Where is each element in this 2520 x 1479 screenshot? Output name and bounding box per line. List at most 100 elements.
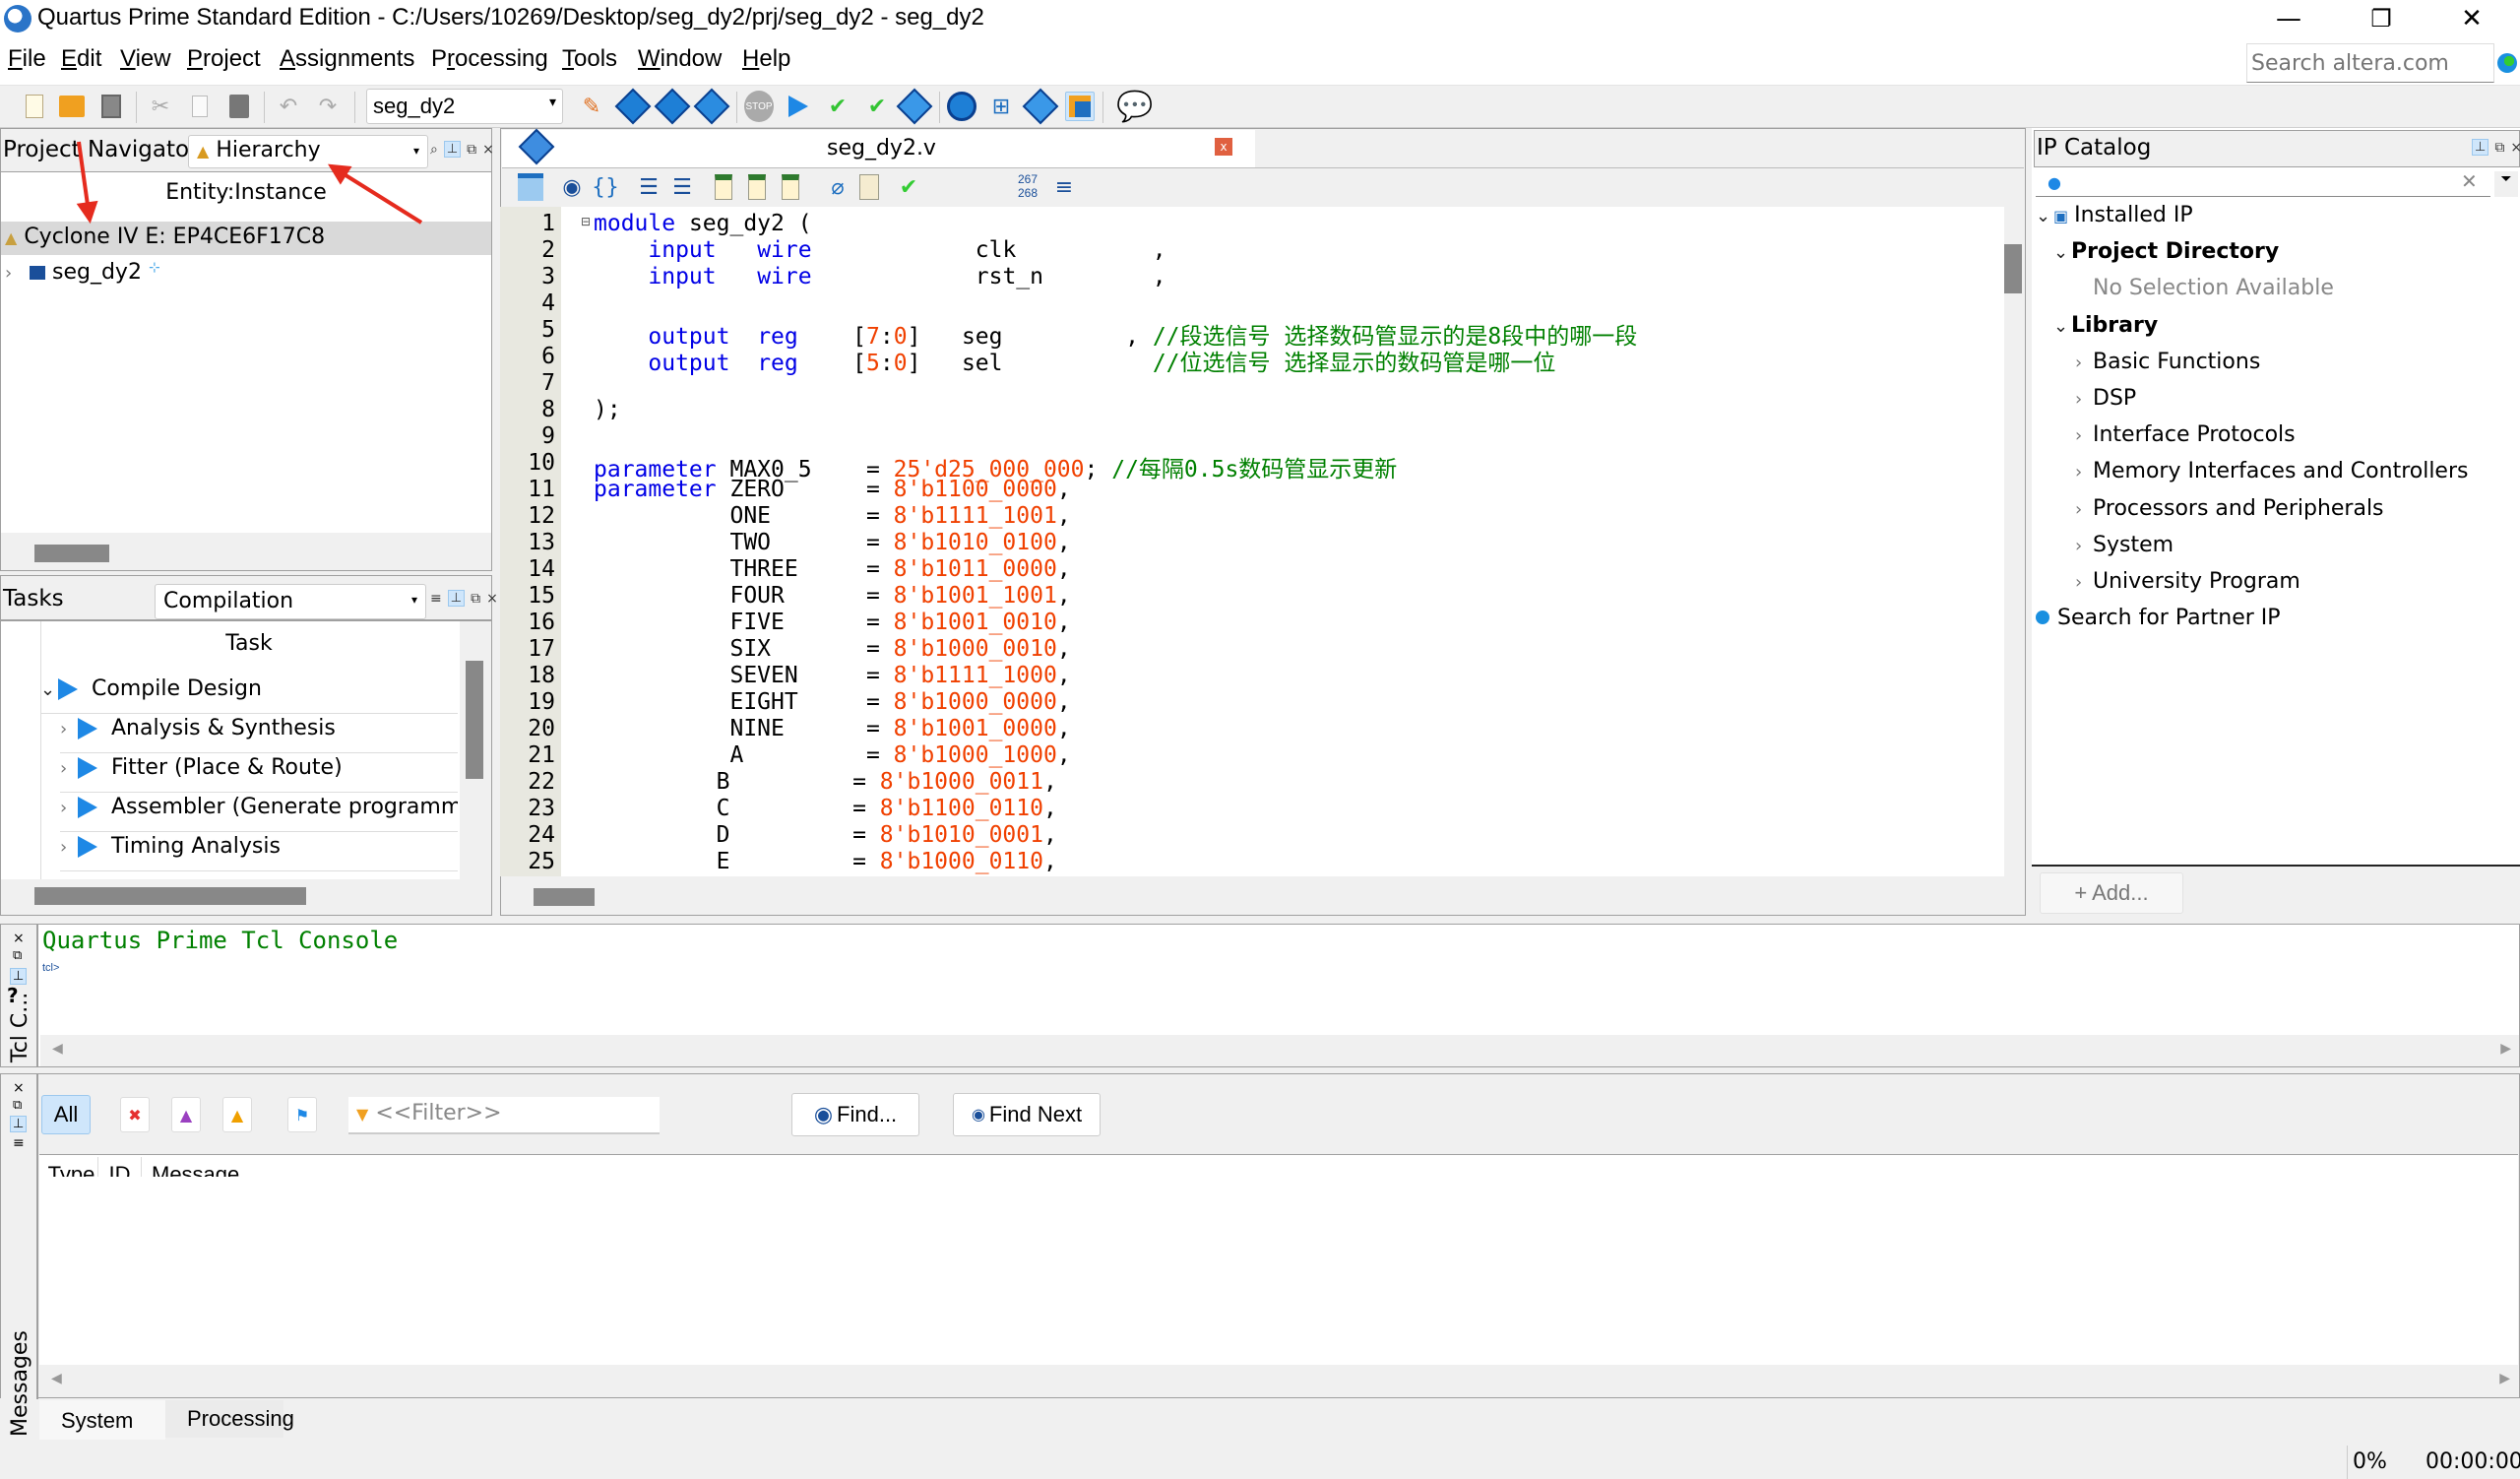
float-icon[interactable]: ⧉ [2494,140,2504,156]
pin-planner-icon[interactable] [654,88,691,125]
redo-icon[interactable]: ↷ [313,92,343,121]
pin-icon[interactable]: ⊥ [447,590,466,607]
tree-item-seg-dy2[interactable]: › seg_dy2 ⊹ [1,257,491,290]
task-timing-analysis[interactable]: › Timing Analysis [60,834,458,871]
open-file-icon[interactable] [57,92,87,121]
design-partition-icon[interactable] [693,88,730,125]
menu-icon[interactable]: ≡ [13,1135,25,1151]
code-line[interactable]: TWO = 8'b1010_0100, [594,530,1070,555]
code-line[interactable]: D = 8'b1010_0001, [594,822,1057,848]
play-icon[interactable] [78,718,97,740]
column-message[interactable]: Message [142,1157,239,1177]
start-analysis-synthesis-icon[interactable]: ✔ [823,92,852,121]
menu-view[interactable]: View [120,45,171,73]
ip-tree-item[interactable]: No Selection Available [2075,276,2334,300]
previous-bookmark-icon[interactable] [742,172,772,202]
code-line[interactable]: ONE = 8'b1111_1001, [594,503,1070,529]
menu-edit[interactable]: Edit [61,45,101,73]
find-icon[interactable]: ◉ [557,172,587,202]
play-icon[interactable] [58,678,78,700]
scroll-right-icon[interactable]: ▶ [2499,1371,2510,1386]
play-icon[interactable] [78,757,97,779]
code-line[interactable]: SIX = 8'b1000_0010, [594,636,1070,662]
column-id[interactable]: ID [98,1157,142,1177]
chevron-down-icon[interactable]: ⌄ [2053,316,2071,337]
analysis-elaboration-icon[interactable] [614,88,652,125]
code-line[interactable]: parameter ZERO = 8'b1100_0000, [594,477,1071,502]
paste-icon[interactable] [224,92,254,121]
code-line[interactable]: NINE = 8'b1001_0000, [594,716,1070,741]
chevron-right-icon[interactable]: › [2075,425,2093,446]
code-line[interactable]: A = 8'b1000_1000, [594,742,1070,768]
menu-tools[interactable]: Tools [562,45,617,73]
filter-all-button[interactable]: All [41,1095,91,1134]
fold-icon[interactable]: ⊟ [581,215,591,228]
search-icon[interactable]: ⌕ [430,142,438,158]
copy-icon[interactable] [185,92,215,121]
help-chat-icon[interactable]: 💬 [1116,90,1153,124]
filter-suppressed-button[interactable]: ⚑ [287,1097,317,1132]
column-type[interactable]: Type [41,1157,98,1177]
code-line[interactable]: E = 8'b1000_0110, [594,849,1057,874]
ip-tree-item[interactable]: › University Program [2075,569,2300,594]
pin-icon[interactable]: ⊥ [2472,139,2489,156]
ip-tree-item[interactable]: ⌄ ▣ Installed IP [2036,203,2193,227]
messages-horizontal-scrollbar[interactable]: ◀ ▶ [39,1365,2518,1396]
scroll-left-icon[interactable]: ◀ [51,1371,62,1386]
code-line[interactable]: SEVEN = 8'b1111_1000, [594,663,1070,688]
filter-dropdown-icon[interactable]: ⏷ [2494,171,2518,197]
scrollbar-thumb[interactable] [2004,244,2022,293]
globe-icon[interactable] [2497,53,2517,73]
message-filter-input[interactable]: ▼ <<Filter>> [348,1097,660,1134]
scrollbar-thumb[interactable] [466,661,483,779]
hierarchy-view-select[interactable]: ▲ Hierarchy ▾ [188,135,428,168]
chevron-right-icon[interactable]: › [5,263,23,284]
editor-horizontal-scrollbar[interactable] [502,876,2024,910]
code-line[interactable]: FIVE = 8'b1001_0010, [594,610,1070,635]
menu-processing[interactable]: Processing [431,45,548,73]
pin-icon[interactable]: ⊥ [443,141,462,158]
attach-icon[interactable]: ⌀ [823,172,852,202]
close-button[interactable]: ✕ [2427,0,2516,37]
task-assembler[interactable]: › Assembler (Generate programm [60,795,458,832]
add-ip-button[interactable]: + Add... [2040,872,2183,914]
code-line[interactable]: B = 8'b1000_0011, [594,769,1057,795]
tcl-prompt[interactable]: tcl> [42,962,59,974]
scroll-icon[interactable] [854,172,884,202]
messages-list[interactable]: Type ID Message [39,1154,2518,1365]
cut-icon[interactable]: ✂ [146,92,175,121]
float-icon[interactable]: ⧉ [13,948,22,963]
close-panel-icon[interactable]: × [486,591,498,607]
ip-search-input[interactable]: ● ✕ [2036,169,2490,197]
start-compilation-icon[interactable] [784,92,813,121]
chevron-down-icon[interactable]: ⌄ [2053,242,2071,263]
code-line[interactable]: input wire rst_n , [594,264,1166,289]
chip-planner-icon[interactable] [1022,88,1059,125]
code-line[interactable]: EIGHT = 8'b1000_0000, [594,689,1070,715]
code-line[interactable]: module seg_dy2 ( [594,211,812,236]
edit-settings-icon[interactable]: ✎ [577,92,606,121]
task-analysis-synthesis[interactable]: › Analysis & Synthesis [60,716,458,753]
code-line[interactable]: output reg [5:0] sel //位选信号 选择显示的数码管是哪一位 [594,344,1555,377]
task-fitter[interactable]: › Fitter (Place & Route) [60,755,458,793]
save-icon[interactable] [96,92,126,121]
task-compile-design[interactable]: ⌄ Compile Design [40,676,458,714]
editor-vertical-scrollbar[interactable] [2004,207,2024,876]
bookmark-icon[interactable] [709,172,738,202]
chevron-down-icon[interactable]: ⌄ [2036,206,2053,226]
chevron-right-icon[interactable]: › [2075,572,2093,593]
chevron-right-icon[interactable]: › [60,758,78,779]
stop-processing-button[interactable]: STOP [744,91,774,122]
float-icon[interactable]: ⧉ [467,142,476,158]
start-fitter-icon[interactable]: ✔ [862,92,892,121]
next-bookmark-icon[interactable] [776,172,805,202]
chevron-down-icon[interactable]: ⌄ [40,679,58,700]
scrollbar-thumb[interactable] [34,545,109,562]
tab-processing[interactable]: Processing [165,1400,294,1438]
float-icon[interactable]: ⧉ [13,1098,22,1113]
unindent-icon[interactable]: ☰ [667,172,697,202]
flow-select[interactable]: Compilation ▾ [155,584,426,619]
float-icon[interactable]: ⧉ [471,591,480,607]
tree-item-device[interactable]: ▲ Cyclone IV E: EP4CE6F17C8 [1,222,491,255]
insert-template-icon[interactable]: {} [591,172,620,202]
